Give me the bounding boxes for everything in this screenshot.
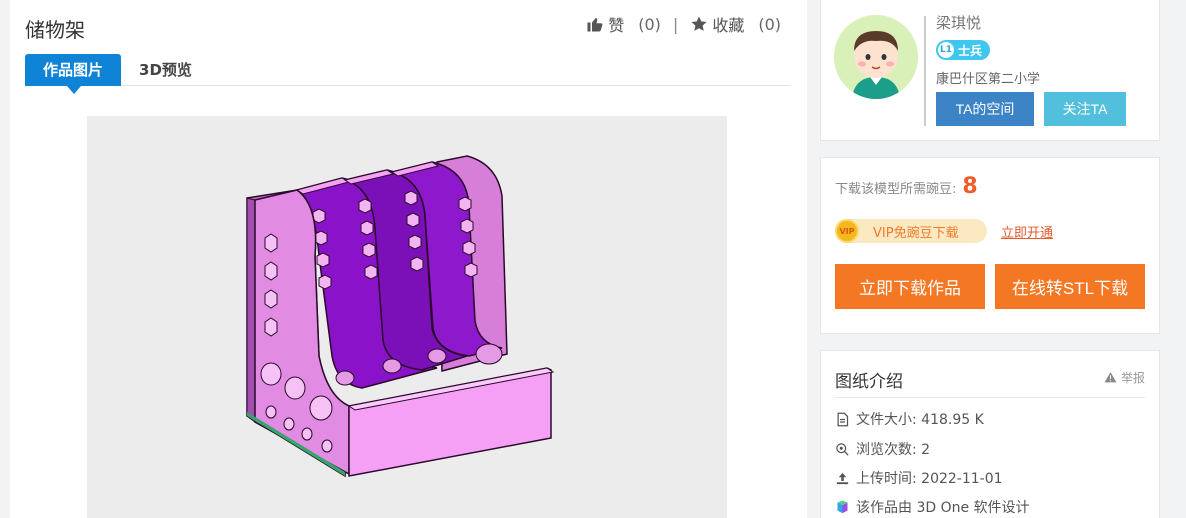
file-icon — [837, 412, 849, 426]
software-row: 该作品由 3D One 软件设计 — [835, 497, 1030, 517]
price-value: 8 — [962, 174, 978, 199]
thumbs-up-icon — [587, 18, 603, 32]
tab-bar: 作品图片 3D预览 — [25, 54, 791, 94]
download-button[interactable]: 立即下载作品 — [835, 264, 985, 309]
follow-button[interactable]: 关注TA — [1044, 92, 1126, 126]
upload-icon — [836, 472, 849, 484]
author-school: 康巴什区第二小学 — [936, 72, 1041, 87]
author-name[interactable]: 梁琪悦 — [936, 12, 981, 33]
model-image — [87, 116, 727, 518]
main-panel: 储物架 赞 (0) | 收藏 (0) 作品图片 3D预览 — [10, 0, 807, 518]
level-icon: L1 — [938, 42, 954, 58]
convert-stl-button[interactable]: 在线转STL下载 — [995, 264, 1145, 309]
rank-label: 士兵 — [958, 43, 983, 58]
vip-text: VIP免豌豆下载 — [873, 225, 959, 241]
star-icon — [691, 16, 707, 31]
tab-3d-preview[interactable]: 3D预览 — [121, 54, 210, 86]
avatar[interactable] — [834, 15, 918, 99]
report-button[interactable]: 举报 — [1104, 369, 1145, 386]
download-card: 下载该模型所需豌豆: 8 VIP VIP免豌豆下载 立即开通 立即下载作品 在线… — [820, 157, 1160, 334]
warning-icon — [1104, 372, 1117, 383]
3d-one-logo-icon — [837, 500, 848, 513]
favorite-button[interactable]: 收藏 (0) — [690, 12, 781, 36]
open-vip-link[interactable]: 立即开通 — [1001, 222, 1053, 241]
report-label: 举报 — [1120, 371, 1145, 385]
author-space-button[interactable]: TA的空间 — [936, 92, 1034, 126]
like-label: 赞 — [608, 16, 625, 35]
views-icon — [836, 442, 849, 456]
favorite-count: (0) — [758, 14, 781, 34]
work-actions: 赞 (0) | 收藏 (0) — [586, 12, 781, 36]
cartoon-boy-icon — [834, 15, 918, 99]
file-size-row: 文件大小: 418.95 K — [835, 409, 984, 429]
like-count: (0) — [638, 14, 661, 34]
upload-time-row: 上传时间: 2022-11-01 — [835, 468, 1003, 488]
rank-badge: L1 士兵 — [936, 40, 991, 60]
favorite-label: 收藏 — [712, 16, 745, 35]
model-render — [246, 155, 555, 478]
intro-divider — [835, 397, 1145, 398]
price-label: 下载该模型所需豌豆: — [835, 182, 957, 197]
like-button[interactable]: 赞 (0) — [586, 12, 661, 36]
software-info: 该作品由 3D One 软件设计 — [856, 500, 1030, 516]
intro-title: 图纸介绍 — [835, 372, 903, 392]
action-separator: | — [672, 14, 679, 34]
upload-time: 上传时间: 2022-11-01 — [856, 471, 1003, 487]
view-count: 浏览次数: 2 — [856, 442, 931, 458]
intro-card: 图纸介绍 举报 文件大小: 418.95 K 浏览次数: 2 上传时间: 202… — [820, 350, 1160, 518]
tab-work-images[interactable]: 作品图片 — [25, 54, 122, 94]
author-card: 梁琪悦 L1 士兵 康巴什区第二小学 TA的空间 关注TA — [820, 0, 1160, 141]
vip-badge[interactable]: VIP VIP免豌豆下载 — [835, 219, 987, 243]
vip-icon: VIP — [835, 219, 859, 243]
price-info: 下载该模型所需豌豆: 8 — [835, 174, 978, 199]
views-row: 浏览次数: 2 — [835, 439, 930, 459]
file-size: 文件大小: 418.95 K — [856, 412, 984, 428]
work-title: 储物架 — [25, 18, 85, 42]
divider-line — [924, 16, 926, 126]
